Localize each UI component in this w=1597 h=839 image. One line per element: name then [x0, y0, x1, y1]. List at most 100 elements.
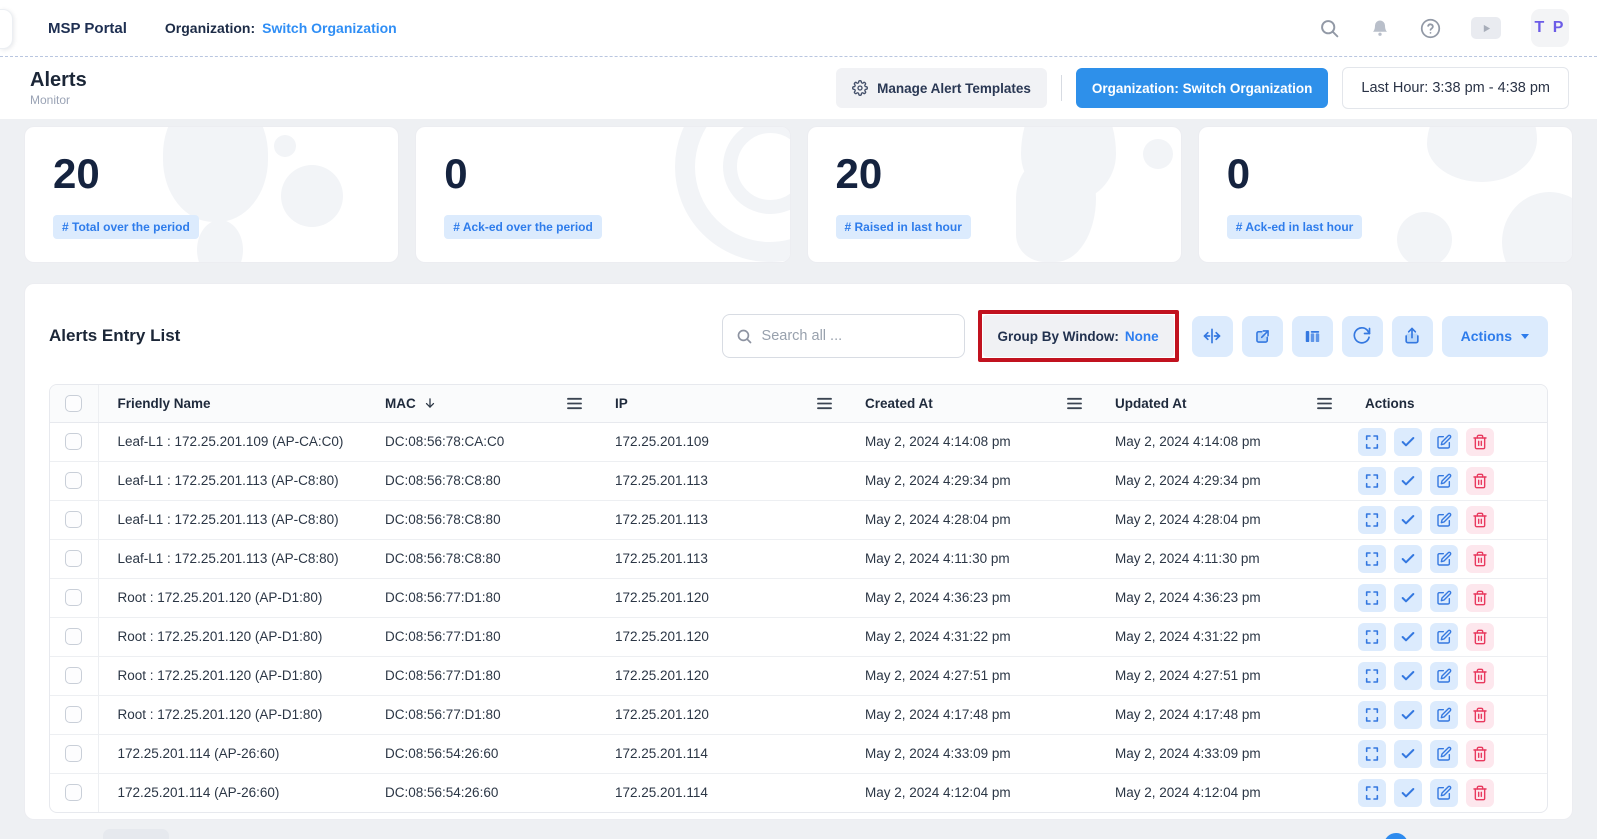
column-menu-icon[interactable] — [1067, 397, 1082, 410]
delete-icon[interactable] — [1466, 584, 1494, 612]
group-by-window-button[interactable]: Group By Window: None — [983, 315, 1174, 357]
bell-icon[interactable] — [1370, 18, 1390, 38]
columns-icon[interactable] — [1292, 316, 1333, 357]
acknowledge-check-icon[interactable] — [1394, 662, 1422, 690]
acknowledge-check-icon[interactable] — [1394, 467, 1422, 495]
acknowledge-check-icon[interactable] — [1394, 701, 1422, 729]
expand-icon[interactable] — [1358, 467, 1386, 495]
page-header-actions: Manage Alert Templates Organization: Swi… — [836, 67, 1569, 109]
acknowledge-check-icon[interactable] — [1394, 428, 1422, 456]
edit-icon[interactable] — [1430, 623, 1458, 651]
stat-card-acked-hour: 0 # Ack-ed in last hour — [1198, 126, 1573, 263]
expand-icon[interactable] — [1358, 545, 1386, 573]
alerts-table: Friendly Name MAC IP — [49, 384, 1548, 813]
avatar[interactable]: T P — [1531, 9, 1569, 47]
table-row: 172.25.201.114 (AP-26:60) DC:08:56:54:26… — [50, 773, 1547, 812]
stat-label-badge: # Total over the period — [53, 215, 199, 239]
delete-icon[interactable] — [1466, 662, 1494, 690]
expand-icon[interactable] — [1358, 740, 1386, 768]
topbar-actions: T P — [1319, 9, 1569, 47]
cell-created-at: May 2, 2024 4:11:30 pm — [846, 539, 1096, 578]
edit-icon[interactable] — [1430, 467, 1458, 495]
cell-mac: DC:08:56:77:D1:80 — [366, 578, 596, 617]
select-all-checkbox[interactable] — [65, 395, 82, 412]
column-header-updated-at[interactable]: Updated At — [1096, 385, 1346, 422]
table-row: Root : 172.25.201.120 (AP-D1:80) DC:08:5… — [50, 695, 1547, 734]
time-range-button[interactable]: Last Hour: 3:38 pm - 4:38 pm — [1342, 67, 1569, 109]
delete-icon[interactable] — [1466, 545, 1494, 573]
acknowledge-check-icon[interactable] — [1394, 584, 1422, 612]
cell-ip: 172.25.201.109 — [596, 422, 846, 461]
group-by-label: Group By Window: — [998, 329, 1119, 344]
expand-icon[interactable] — [1358, 623, 1386, 651]
delete-icon[interactable] — [1466, 467, 1494, 495]
organization-filter-button[interactable]: Organization: Switch Organization — [1076, 68, 1329, 108]
manage-alert-templates-button[interactable]: Manage Alert Templates — [836, 68, 1047, 108]
delete-icon[interactable] — [1466, 740, 1494, 768]
row-checkbox[interactable] — [65, 589, 82, 606]
column-header-ip[interactable]: IP — [596, 385, 846, 422]
actions-dropdown-button[interactable]: Actions — [1442, 316, 1548, 357]
expand-icon[interactable] — [1358, 701, 1386, 729]
acknowledge-check-icon[interactable] — [1394, 779, 1422, 807]
delete-icon[interactable] — [1466, 623, 1494, 651]
cell-ip: 172.25.201.114 — [596, 734, 846, 773]
expand-icon[interactable] — [1358, 506, 1386, 534]
sidebar-handle[interactable] — [0, 9, 13, 49]
row-checkbox[interactable] — [65, 706, 82, 723]
column-menu-icon[interactable] — [567, 397, 582, 410]
sort-desc-icon[interactable] — [423, 396, 437, 410]
cell-mac: DC:08:56:78:CA:C0 — [366, 422, 596, 461]
delete-icon[interactable] — [1466, 506, 1494, 534]
expand-icon[interactable] — [1358, 428, 1386, 456]
expand-icon[interactable] — [1358, 779, 1386, 807]
column-menu-icon[interactable] — [1317, 397, 1332, 410]
edit-icon[interactable] — [1430, 545, 1458, 573]
cell-mac: DC:08:56:54:26:60 — [366, 734, 596, 773]
switch-organization-link[interactable]: Switch Organization — [262, 20, 397, 36]
search-icon[interactable] — [1319, 18, 1340, 39]
delete-icon[interactable] — [1466, 779, 1494, 807]
column-header-mac[interactable]: MAC — [366, 385, 596, 422]
edit-icon[interactable] — [1430, 662, 1458, 690]
column-menu-icon[interactable] — [817, 397, 832, 410]
row-checkbox[interactable] — [65, 745, 82, 762]
row-checkbox[interactable] — [65, 472, 82, 489]
expand-icon[interactable] — [1358, 662, 1386, 690]
edit-icon[interactable] — [1430, 740, 1458, 768]
open-external-icon[interactable] — [1242, 316, 1283, 357]
expand-icon[interactable] — [1358, 584, 1386, 612]
horizontal-scrollbar-thumb[interactable] — [103, 829, 169, 839]
pagination-active-dot[interactable] — [1384, 833, 1408, 839]
stat-label-badge: # Raised in last hour — [836, 215, 971, 239]
video-tutorial-icon[interactable] — [1471, 17, 1501, 39]
row-actions — [1358, 428, 1533, 456]
acknowledge-check-icon[interactable] — [1394, 545, 1422, 573]
row-checkbox[interactable] — [65, 784, 82, 801]
help-icon[interactable] — [1420, 18, 1441, 39]
export-icon[interactable] — [1392, 316, 1433, 357]
edit-icon[interactable] — [1430, 428, 1458, 456]
row-checkbox[interactable] — [65, 628, 82, 645]
edit-icon[interactable] — [1430, 701, 1458, 729]
edit-icon[interactable] — [1430, 584, 1458, 612]
column-fit-icon[interactable] — [1192, 316, 1233, 357]
row-checkbox[interactable] — [65, 511, 82, 528]
delete-icon[interactable] — [1466, 701, 1494, 729]
delete-icon[interactable] — [1466, 428, 1494, 456]
row-checkbox[interactable] — [65, 433, 82, 450]
row-checkbox[interactable] — [65, 550, 82, 567]
cell-friendly-name: Root : 172.25.201.120 (AP-D1:80) — [98, 695, 366, 734]
refresh-icon[interactable] — [1342, 316, 1383, 357]
search-input[interactable] — [762, 328, 951, 344]
column-header-friendly-name[interactable]: Friendly Name — [98, 385, 366, 422]
acknowledge-check-icon[interactable] — [1394, 740, 1422, 768]
edit-icon[interactable] — [1430, 506, 1458, 534]
column-header-created-at[interactable]: Created At — [846, 385, 1096, 422]
cell-friendly-name: Leaf-L1 : 172.25.201.113 (AP-C8:80) — [98, 461, 366, 500]
acknowledge-check-icon[interactable] — [1394, 506, 1422, 534]
cell-ip: 172.25.201.113 — [596, 500, 846, 539]
edit-icon[interactable] — [1430, 779, 1458, 807]
acknowledge-check-icon[interactable] — [1394, 623, 1422, 651]
row-checkbox[interactable] — [65, 667, 82, 684]
